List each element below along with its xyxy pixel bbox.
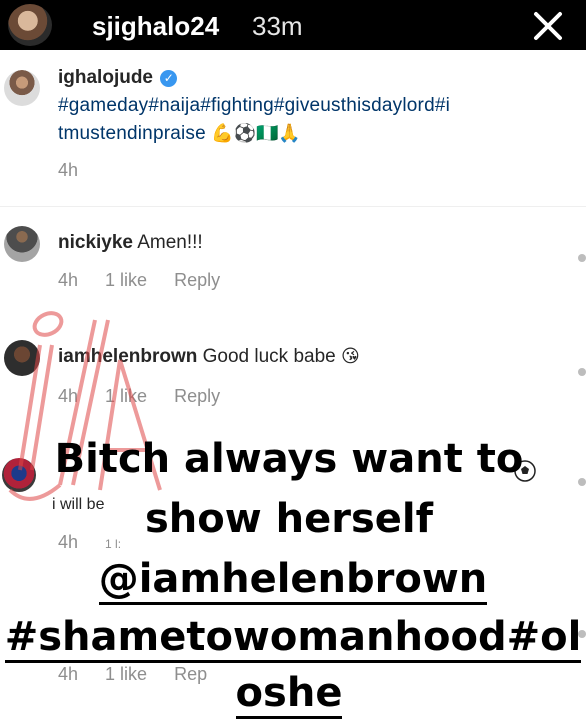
- story-time: 33m: [252, 11, 303, 41]
- like-heart-icon[interactable]: [578, 254, 586, 262]
- comment-username[interactable]: iamhelenbrown: [58, 346, 197, 367]
- kiss-emoji: 😘: [341, 346, 360, 367]
- overlay-hashtag[interactable]: #shametowomanhood#ol: [0, 612, 586, 663]
- post-emojis: 💪⚽🇳🇬🙏: [211, 123, 301, 144]
- avatar[interactable]: [4, 340, 40, 376]
- comment-body: Good luck babe: [202, 346, 336, 367]
- avatar[interactable]: [4, 226, 40, 262]
- story-header: sjighalo24 33m: [0, 0, 586, 50]
- overlay-mention[interactable]: @iamhelenbrown: [0, 554, 586, 605]
- comment-meta: 4h 1 like Reply: [58, 270, 242, 291]
- story-username[interactable]: sjighalo24: [92, 11, 219, 42]
- overlay-text-line1: Bitch always want to: [54, 436, 524, 482]
- comment-text: iamhelenbrown Good luck babe 😘: [58, 346, 360, 368]
- post-username[interactable]: ighalojude: [58, 67, 153, 88]
- divider: [0, 206, 586, 207]
- avatar[interactable]: [4, 70, 40, 106]
- close-icon[interactable]: [528, 6, 568, 46]
- overlay-hashtag-cont-text[interactable]: oshe: [235, 670, 343, 719]
- comment-username[interactable]: nickiyke: [58, 232, 133, 253]
- post-age: 4h: [58, 160, 100, 181]
- comment-age: 4h: [58, 270, 79, 290]
- comment-text: nickiyke Amen!!!: [58, 232, 203, 254]
- comment-body: Amen!!!: [137, 232, 203, 253]
- post-hashtags-line1[interactable]: #gameday#naija#fighting#giveusthisdaylor…: [58, 95, 450, 116]
- overlay-hashtag-text[interactable]: #shametowomanhood#ol: [4, 614, 582, 663]
- comment-likes[interactable]: 1 like: [105, 270, 147, 290]
- comment-age: 4h: [58, 386, 79, 406]
- verified-badge-icon: ✓: [160, 70, 178, 87]
- story-avatar[interactable]: [8, 4, 52, 46]
- post-caption: ighalojude ✓ #gameday#naija#fighting#giv…: [58, 64, 578, 148]
- like-heart-icon[interactable]: [578, 368, 586, 376]
- post-hashtags-line2[interactable]: tmustendinpraise: [58, 123, 206, 144]
- comment-likes[interactable]: 1 like: [105, 386, 147, 406]
- overlay-text-line2: show herself: [144, 496, 434, 542]
- reply-button[interactable]: Reply: [174, 386, 220, 406]
- overlay-mention-text[interactable]: @iamhelenbrown: [98, 556, 488, 605]
- overlay-hashtag-cont[interactable]: oshe: [0, 668, 582, 719]
- post-age-text: 4h: [58, 160, 79, 180]
- reply-button[interactable]: Reply: [174, 270, 220, 290]
- comment-meta: 4h 1 like Reply: [58, 386, 242, 407]
